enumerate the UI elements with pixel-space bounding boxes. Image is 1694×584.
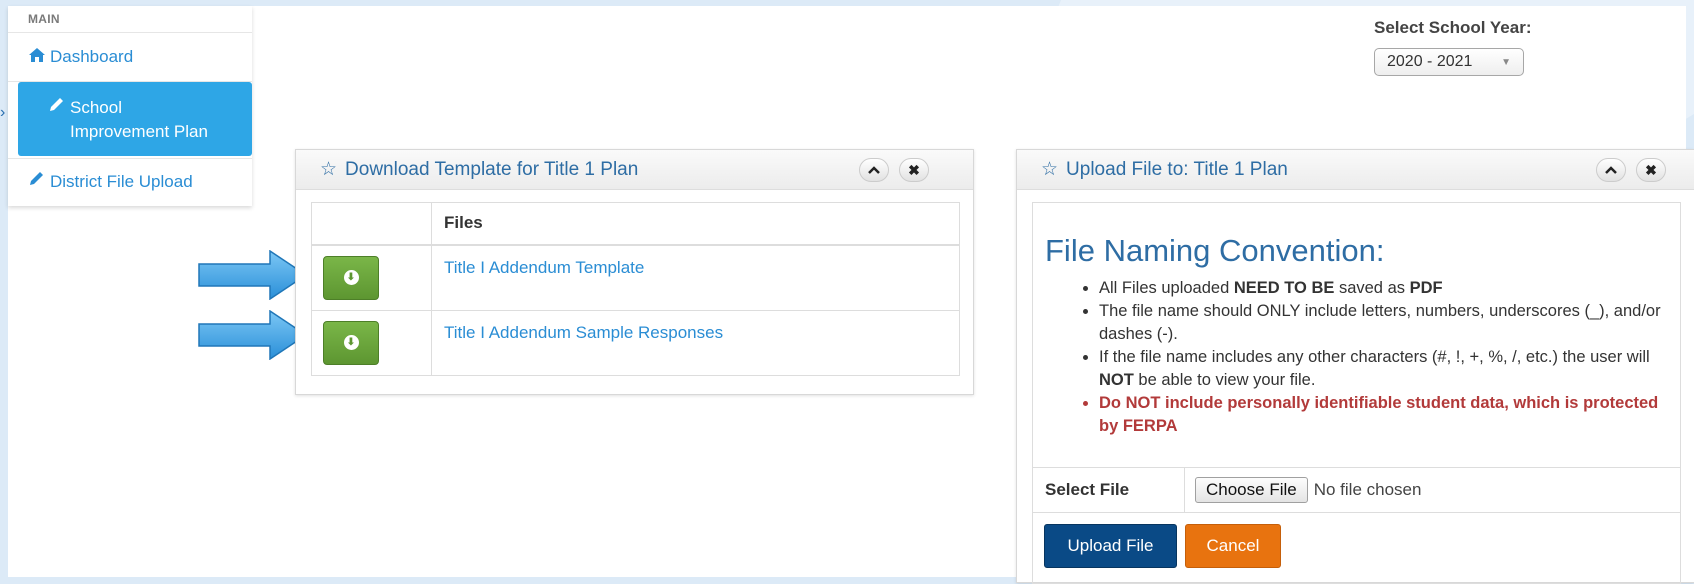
table-header-row: Files — [311, 202, 960, 246]
collapse-button[interactable] — [859, 158, 889, 182]
naming-rules-list: All Files uploaded NEED TO BE saved as P… — [1045, 277, 1675, 438]
files-table: Files ⬇ Title I Addendum Template ⬇ Titl… — [311, 202, 960, 376]
no-file-text: No file chosen — [1313, 480, 1422, 499]
sidebar-item-dashboard[interactable]: Dashboard — [8, 32, 252, 82]
sidebar-item-school-improvement-plan[interactable]: School Improvement Plan — [18, 82, 252, 156]
rule-text: saved as — [1334, 279, 1410, 297]
arrow-right-icon — [198, 310, 308, 360]
sidebar-section-label: MAIN — [28, 12, 60, 26]
close-button[interactable]: ✖ — [899, 158, 929, 182]
table-row: ⬇ Title I Addendum Sample Responses — [311, 309, 960, 376]
star-icon: ☆ — [1041, 159, 1059, 180]
school-year-value: 2020 - 2021 — [1387, 53, 1473, 70]
naming-convention-title: File Naming Convention: — [1045, 233, 1385, 268]
table-header-files: Files — [431, 202, 960, 246]
table-cell: ⬇ — [311, 309, 432, 376]
close-button[interactable]: ✖ — [1636, 158, 1666, 182]
select-file-row: Select File Choose File No file chosen — [1033, 467, 1680, 513]
close-icon: ✖ — [1645, 161, 1657, 178]
app-screen: MAIN Dashboard School Improvement Plan D… — [8, 6, 1694, 584]
download-circle-icon: ⬇ — [343, 270, 359, 285]
star-icon: ☆ — [320, 159, 338, 180]
select-file-label: Select File — [1033, 468, 1185, 512]
school-year-select[interactable]: 2020 - 2021 ▼ — [1374, 48, 1524, 76]
rule-text: be able to view your file. — [1133, 371, 1316, 389]
upload-form: File Naming Convention: All Files upload… — [1032, 202, 1681, 584]
upload-file-button[interactable]: Upload File — [1044, 524, 1177, 568]
table-header-action — [311, 202, 432, 246]
home-icon — [28, 47, 46, 68]
panel-title: Upload File to: Title 1 Plan — [1066, 158, 1288, 180]
chevron-up-icon — [1605, 166, 1617, 174]
pencil-icon — [28, 171, 46, 192]
chevron-up-icon — [868, 166, 880, 174]
choose-file-button[interactable]: Choose File — [1195, 477, 1308, 503]
sidebar-item-label: Dashboard — [50, 47, 134, 66]
chevron-right-icon: › — [0, 104, 6, 121]
panel-header: ☆ Upload File to: Title 1 Plan — [1017, 150, 1694, 190]
list-item: If the file name includes any other char… — [1099, 346, 1675, 392]
table-row: ⬇ Title I Addendum Template — [311, 244, 960, 311]
sidebar-item-label: District File Upload — [50, 171, 193, 191]
school-year-label: Select School Year: — [1374, 18, 1532, 37]
sidebar-item-label: School Improvement Plan — [70, 98, 208, 141]
sidebar-item-district-file-upload[interactable]: District File Upload — [8, 158, 252, 204]
close-icon: ✖ — [908, 161, 920, 178]
list-item: All Files uploaded NEED TO BE saved as P… — [1099, 277, 1675, 300]
collapse-button[interactable] — [1596, 158, 1626, 182]
sidebar: MAIN Dashboard School Improvement Plan D… — [8, 6, 252, 206]
download-template-panel: ☆ Download Template for Title 1 Plan ✖ F… — [295, 149, 974, 395]
rule-emphasis: PDF — [1409, 279, 1443, 297]
download-button[interactable]: ⬇ — [323, 320, 379, 365]
download-circle-icon: ⬇ — [343, 335, 359, 350]
list-item: The file name should ONLY include letter… — [1099, 300, 1675, 346]
list-item-warning: Do NOT include personally identifiable s… — [1099, 392, 1675, 438]
rule-text: If the file name includes any other char… — [1099, 348, 1650, 366]
pencil-icon — [48, 96, 66, 120]
file-link[interactable]: Title I Addendum Template — [431, 244, 960, 311]
rule-emphasis: NEED TO BE — [1233, 279, 1335, 297]
upload-file-panel: ☆ Upload File to: Title 1 Plan ✖ File Na… — [1016, 149, 1694, 584]
rule-emphasis: NOT — [1099, 371, 1134, 389]
caret-down-icon: ▼ — [1501, 56, 1511, 68]
download-button[interactable]: ⬇ — [323, 255, 379, 300]
cancel-button[interactable]: Cancel — [1185, 524, 1281, 568]
panel-title: Download Template for Title 1 Plan — [345, 158, 639, 180]
file-link[interactable]: Title I Addendum Sample Responses — [431, 309, 960, 376]
arrow-right-icon — [198, 250, 308, 300]
table-cell: ⬇ — [311, 244, 432, 311]
rule-text: All Files uploaded — [1099, 279, 1234, 297]
